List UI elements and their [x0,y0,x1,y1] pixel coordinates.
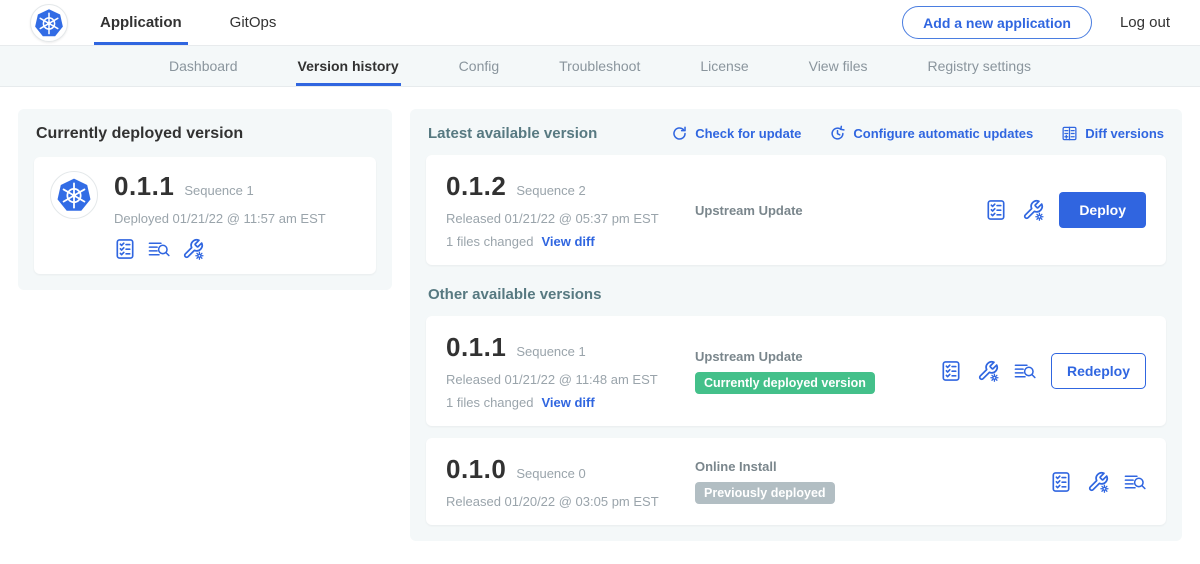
diff-icon [1061,125,1078,142]
edit-config-icon[interactable] [1022,199,1044,221]
version-info: 0.1.0 Sequence 0 Released 01/20/22 @ 03:… [446,454,695,509]
deployed-version-info: 0.1.1 Sequence 1 Deployed 01/21/22 @ 11:… [114,171,326,260]
view-diff-link[interactable]: View diff [541,234,594,249]
kubernetes-logo [30,4,68,42]
deployed-timestamp: Deployed 01/21/22 @ 11:57 am EST [114,211,326,226]
version-actions: Check for update Configure automatic upd… [671,125,1164,142]
check-for-update-label: Check for update [695,126,801,141]
logout-button[interactable]: Log out [1120,14,1170,31]
source-label: Upstream Update [695,203,803,218]
diff-versions-label: Diff versions [1085,126,1164,141]
deployed-version-number: 0.1.1 [114,171,174,202]
diff-versions-link[interactable]: Diff versions [1061,125,1164,142]
preflight-checks-icon[interactable] [985,199,1007,221]
header-tabs: Application GitOps [94,0,318,45]
tab-gitops[interactable]: GitOps [224,0,283,45]
configure-automatic-updates-link[interactable]: Configure automatic updates [829,125,1033,142]
subnav-tab-troubleshoot[interactable]: Troubleshoot [557,46,642,86]
subnav-tab-config[interactable]: Config [457,46,501,86]
check-for-update-link[interactable]: Check for update [671,125,801,142]
app-header: Application GitOps Add a new application… [0,0,1200,46]
version-source: Upstream Update Currently deployed versi… [695,349,940,394]
preflight-checks-icon[interactable] [1050,471,1072,493]
preflight-checks-icon[interactable] [940,360,962,382]
deployed-version-card: 0.1.1 Sequence 1 Deployed 01/21/22 @ 11:… [34,157,376,274]
currently-deployed-badge: Currently deployed version [695,372,875,394]
version-sequence: Sequence 2 [516,183,585,198]
files-changed: 1 files changed [446,395,533,410]
tab-application[interactable]: Application [94,0,188,45]
version-number: 0.1.1 [446,332,506,363]
version-actions-cell: Deploy [985,192,1146,228]
release-timestamp: Released 01/21/22 @ 05:37 pm EST [446,211,695,226]
subnav-tab-dashboard[interactable]: Dashboard [167,46,240,86]
version-number: 0.1.0 [446,454,506,485]
version-sequence: Sequence 0 [516,466,585,481]
preflight-checks-icon[interactable] [114,238,136,260]
subnav-tab-version-history[interactable]: Version history [296,46,401,86]
edit-config-icon[interactable] [977,360,999,382]
main-content: Currently deployed version 0.1.1 Sequenc… [0,87,1200,541]
kots-admin-console: Application GitOps Add a new application… [0,0,1200,564]
version-row-0-1-1: 0.1.1 Sequence 1 Released 01/21/22 @ 11:… [426,316,1166,426]
add-application-button[interactable]: Add a new application [902,6,1092,39]
source-label: Upstream Update [695,349,803,364]
subnav-tab-license[interactable]: License [698,46,750,86]
release-timestamp: Released 01/21/22 @ 11:48 am EST [446,372,695,387]
files-changed: 1 files changed [446,234,533,249]
version-row-0-1-2: 0.1.2 Sequence 2 Released 01/21/22 @ 05:… [426,155,1166,265]
edit-config-icon[interactable] [1087,471,1109,493]
schedule-update-icon [829,125,846,142]
version-source: Upstream Update [695,203,985,218]
deployed-sequence: Sequence 1 [184,183,253,198]
source-label: Online Install [695,459,777,474]
app-icon-kubernetes [50,171,98,219]
header-spacer [318,0,902,45]
version-history-panel: Latest available version Check for updat… [410,109,1182,541]
redeploy-button[interactable]: Redeploy [1051,353,1146,389]
subnav-tab-view-files[interactable]: View files [807,46,870,86]
version-sequence: Sequence 1 [516,344,585,359]
edit-config-icon[interactable] [182,238,204,260]
previously-deployed-badge: Previously deployed [695,482,835,504]
version-info: 0.1.1 Sequence 1 Released 01/21/22 @ 11:… [446,332,695,410]
version-number: 0.1.2 [446,171,506,202]
version-row-0-1-0: 0.1.0 Sequence 0 Released 01/20/22 @ 03:… [426,438,1166,525]
view-logs-icon[interactable] [148,238,170,260]
view-diff-link[interactable]: View diff [541,395,594,410]
deploy-button[interactable]: Deploy [1059,192,1146,228]
latest-version-title: Latest available version [428,125,597,142]
other-versions-title: Other available versions [428,286,1164,303]
version-info: 0.1.2 Sequence 2 Released 01/21/22 @ 05:… [446,171,695,249]
version-source: Online Install Previously deployed [695,459,1050,504]
version-actions-cell [1050,471,1146,493]
subnav-tab-registry-settings[interactable]: Registry settings [926,46,1033,86]
view-logs-icon[interactable] [1014,360,1036,382]
deployed-version-panel: Currently deployed version 0.1.1 Sequenc… [18,109,392,290]
view-logs-icon[interactable] [1124,471,1146,493]
version-actions-cell: Redeploy [940,353,1146,389]
configure-updates-label: Configure automatic updates [853,126,1033,141]
refresh-icon [671,125,688,142]
release-timestamp: Released 01/20/22 @ 03:05 pm EST [446,494,695,509]
deployed-panel-title: Currently deployed version [36,125,374,143]
app-subnav: Dashboard Version history Config Trouble… [0,46,1200,87]
